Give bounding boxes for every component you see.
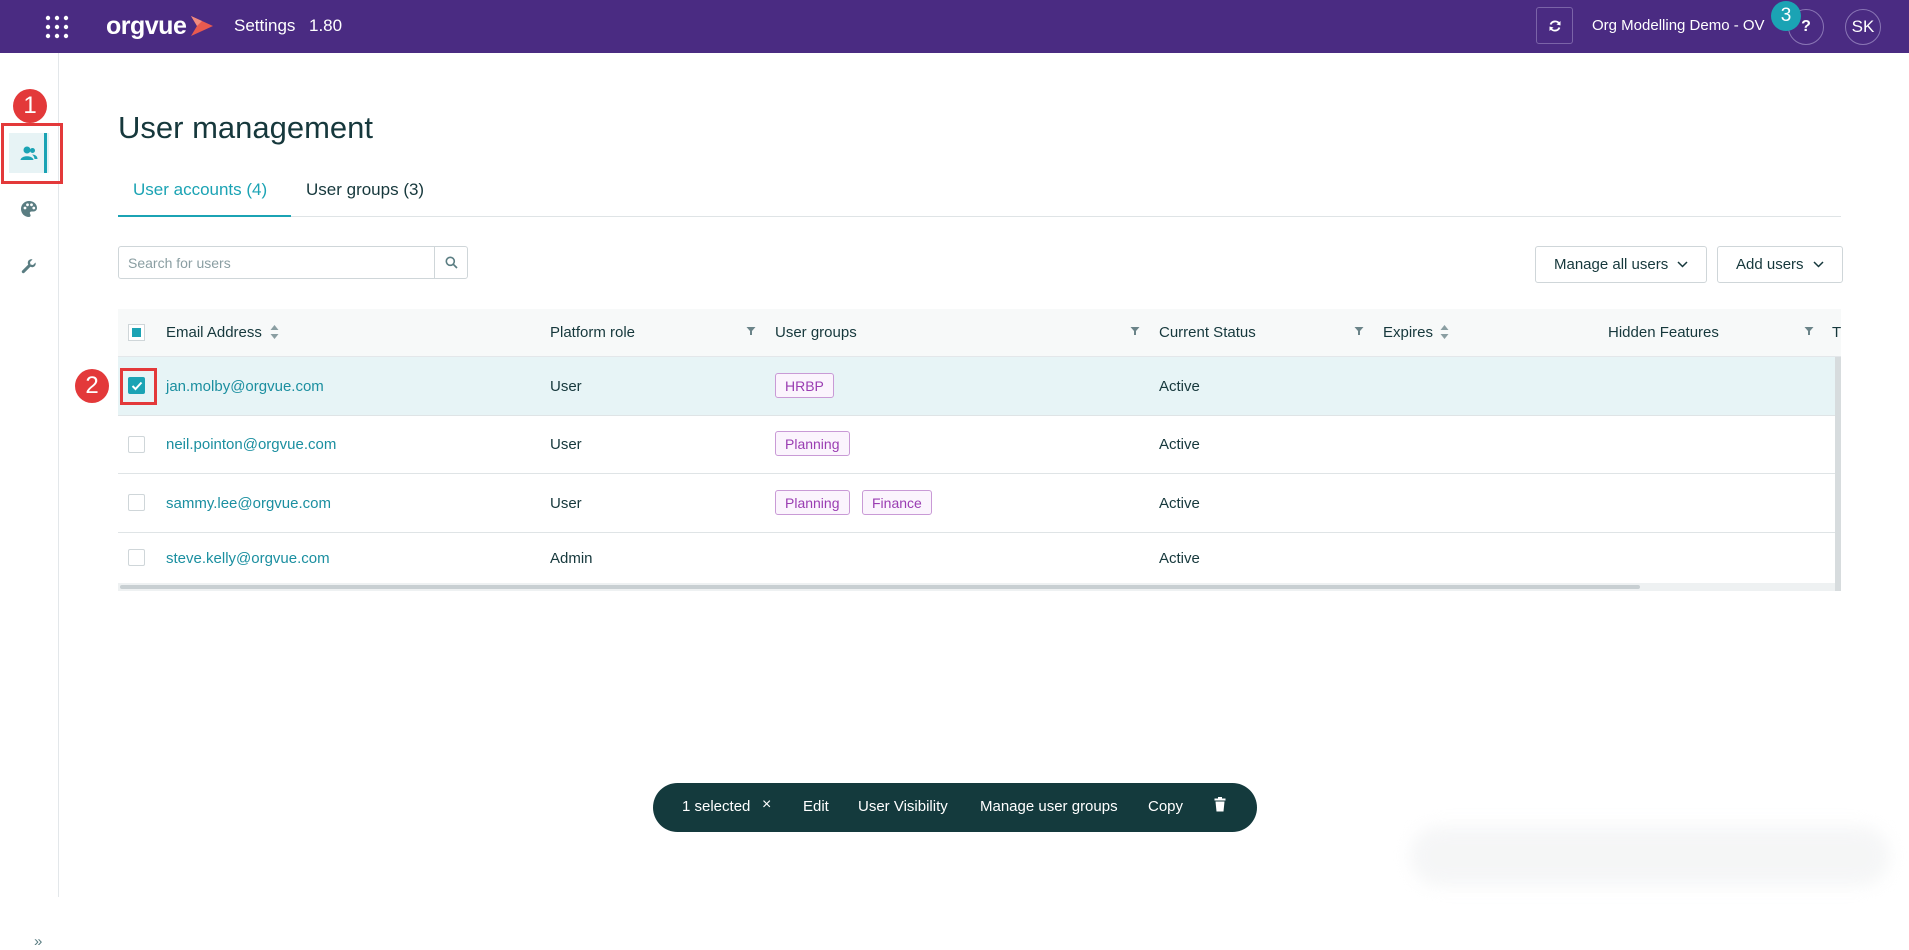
annotation-step-1: 1: [13, 89, 47, 123]
refresh-button[interactable]: [1536, 7, 1573, 44]
search-input[interactable]: [119, 247, 435, 278]
user-avatar[interactable]: SK: [1845, 9, 1881, 45]
wrench-icon: [21, 259, 36, 274]
manage-all-users-button[interactable]: Manage all users: [1535, 246, 1708, 283]
column-header-hidden-features[interactable]: Hidden Features: [1608, 324, 1719, 341]
sidebar-item-themes[interactable]: [9, 189, 49, 229]
annotation-step-2: 2: [75, 369, 109, 403]
column-header-email[interactable]: Email Address: [166, 324, 262, 341]
status-cell: Active: [1159, 436, 1200, 453]
workspace-name[interactable]: Org Modelling Demo - OV: [1592, 17, 1765, 34]
filter-icon[interactable]: [1804, 326, 1814, 336]
table-row[interactable]: jan.molby@orgvue.com User HRBP Active: [118, 357, 1835, 416]
active-tab-indicator: [118, 215, 291, 217]
orgvue-logo[interactable]: orgvue: [106, 12, 215, 40]
group-tag: Finance: [862, 490, 932, 515]
annotation-step-3: 3: [1771, 1, 1801, 31]
expand-sidebar-icon[interactable]: »: [34, 933, 42, 950]
filter-icon[interactable]: [1354, 326, 1364, 336]
add-users-label: Add users: [1736, 256, 1804, 273]
annotation-highlight-checkbox: [120, 368, 157, 405]
table-row[interactable]: sammy.lee@orgvue.com User Planning Finan…: [118, 474, 1835, 533]
app-title: Settings: [234, 16, 296, 35]
top-bar: orgvue Settings 1.80 Org Modelling Demo …: [0, 0, 1909, 53]
sidebar-item-tools[interactable]: [9, 246, 49, 286]
email-cell[interactable]: jan.molby@orgvue.com: [166, 378, 324, 395]
page-title: User management: [118, 110, 374, 145]
tab-user-accounts[interactable]: User accounts (4): [133, 180, 267, 200]
table-header: Email Address Platform role User groups …: [118, 309, 1841, 357]
group-tag: Planning: [775, 490, 850, 515]
search-button[interactable]: [434, 247, 467, 278]
tab-user-groups[interactable]: User groups (3): [306, 180, 424, 200]
refresh-icon: [1549, 20, 1560, 31]
email-cell[interactable]: sammy.lee@orgvue.com: [166, 495, 331, 512]
chevron-down-icon: [1813, 261, 1824, 268]
edit-button[interactable]: Edit: [803, 798, 829, 815]
search-icon: [445, 256, 458, 269]
add-users-button[interactable]: Add users: [1717, 246, 1843, 283]
column-header-current-status[interactable]: Current Status: [1159, 324, 1256, 341]
column-header-platform-role[interactable]: Platform role: [550, 324, 635, 341]
search-box: [118, 246, 468, 279]
clear-selection-icon[interactable]: ×: [762, 796, 771, 814]
manage-all-users-label: Manage all users: [1554, 256, 1669, 273]
sort-icon[interactable]: [1440, 323, 1449, 341]
annotation-highlight-sidebar: [1, 123, 63, 184]
user-visibility-button[interactable]: User Visibility: [858, 798, 948, 815]
row-checkbox[interactable]: [128, 549, 145, 566]
horizontal-scrollbar-thumb[interactable]: [120, 585, 1640, 589]
app-version: 1.80: [309, 16, 343, 35]
delete-button[interactable]: [1214, 797, 1226, 816]
app-grid-icon[interactable]: [45, 15, 69, 39]
copy-button[interactable]: Copy: [1148, 798, 1183, 815]
email-cell[interactable]: neil.pointon@orgvue.com: [166, 436, 336, 453]
selected-count: 1 selected: [682, 798, 751, 815]
column-header-user-groups[interactable]: User groups: [775, 324, 857, 341]
role-cell: User: [550, 495, 582, 512]
toast-shadow: [1410, 826, 1890, 886]
select-all-checkbox[interactable]: [128, 324, 145, 341]
status-cell: Active: [1159, 378, 1200, 395]
logo-text: orgvue: [106, 11, 187, 40]
manage-user-groups-button[interactable]: Manage user groups: [980, 798, 1118, 815]
filter-icon[interactable]: [746, 326, 756, 336]
group-tag: Planning: [775, 431, 850, 456]
status-cell: Active: [1159, 495, 1200, 512]
email-cell[interactable]: steve.kelly@orgvue.com: [166, 550, 330, 567]
filter-icon[interactable]: [1130, 326, 1140, 336]
table-row[interactable]: steve.kelly@orgvue.com Admin Active: [118, 533, 1835, 583]
row-checkbox[interactable]: [128, 436, 145, 453]
trash-icon: [1214, 797, 1226, 812]
column-header-expires[interactable]: Expires: [1383, 324, 1433, 341]
users-table: Email Address Platform role User groups …: [118, 309, 1841, 591]
table-row[interactable]: neil.pointon@orgvue.com User Planning Ac…: [118, 416, 1835, 474]
chevron-down-icon: [1677, 261, 1688, 268]
role-cell: User: [550, 378, 582, 395]
row-checkbox[interactable]: [128, 494, 145, 511]
group-tag: HRBP: [775, 373, 834, 398]
role-cell: Admin: [550, 550, 593, 567]
sort-icon[interactable]: [270, 323, 279, 341]
tab-bar: User accounts (4) User groups (3): [118, 174, 1841, 217]
palette-icon: [21, 201, 37, 217]
vertical-scrollbar[interactable]: [1835, 357, 1841, 591]
selection-action-bar: 1 selected × Edit User Visibility Manage…: [653, 783, 1257, 832]
status-cell: Active: [1159, 550, 1200, 567]
column-header-truncated[interactable]: T: [1832, 324, 1841, 341]
role-cell: User: [550, 436, 582, 453]
logo-mark-icon: [191, 16, 214, 36]
